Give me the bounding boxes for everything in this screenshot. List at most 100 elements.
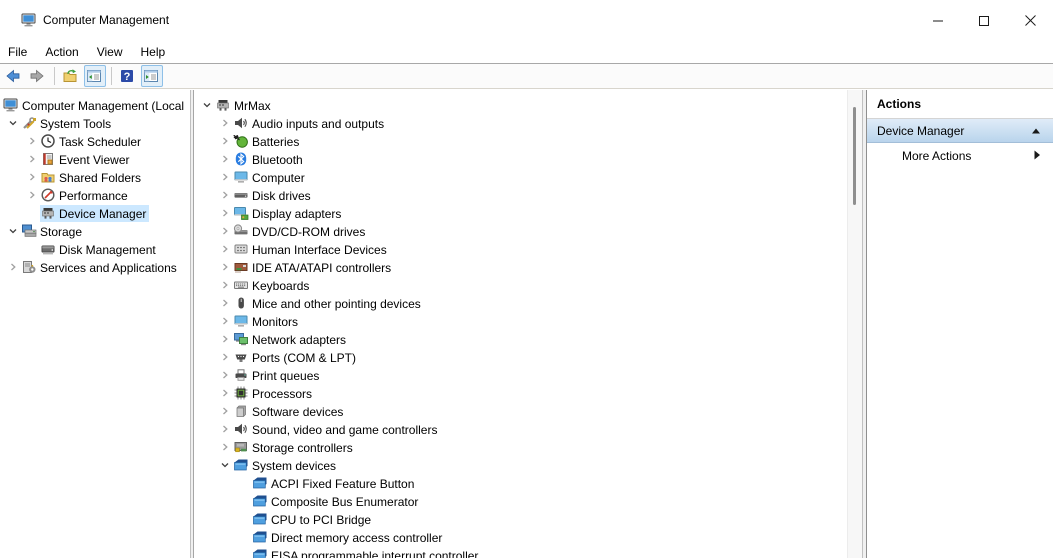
chevron-expanded-icon[interactable]	[4, 114, 21, 132]
device-tree-item[interactable]: ACPI Fixed Feature Button	[194, 474, 862, 492]
tree-item-content: System devices	[233, 457, 339, 474]
chevron-collapsed-icon[interactable]	[216, 348, 233, 366]
chevron-collapsed-icon[interactable]	[216, 114, 233, 132]
actions-section-device-manager[interactable]: Device Manager	[867, 119, 1053, 143]
device-tree-item[interactable]: CPU to PCI Bridge	[194, 510, 862, 528]
console-tree-item[interactable]: Shared Folders	[0, 168, 190, 186]
device-tree-item[interactable]: Disk drives	[194, 186, 862, 204]
chevron-collapsed-icon[interactable]	[23, 186, 40, 204]
chevron-collapsed-icon[interactable]	[216, 186, 233, 204]
menu-help[interactable]: Help	[132, 41, 175, 63]
console-tree-item[interactable]: Services and Applications	[0, 258, 190, 276]
console-tree-item[interactable]: Computer Management (Local	[0, 96, 190, 114]
device-tree-item[interactable]: Processors	[194, 384, 862, 402]
task-scheduler-icon	[40, 133, 56, 149]
chevron-collapsed-icon[interactable]	[216, 132, 233, 150]
console-tree-item[interactable]: Event Viewer	[0, 150, 190, 168]
more-actions-item[interactable]: More Actions	[867, 143, 1053, 167]
tree-item-content: Computer Management (Local	[3, 97, 187, 114]
menu-file[interactable]: File	[0, 41, 36, 63]
device-tree-item[interactable]: DVD/CD-ROM drives	[194, 222, 862, 240]
chevron-collapsed-icon[interactable]	[216, 384, 233, 402]
show-hide-action-pane-button[interactable]	[141, 65, 163, 87]
device-tree-item[interactable]: Mice and other pointing devices	[194, 294, 862, 312]
device-tree-item[interactable]: Keyboards	[194, 276, 862, 294]
show-hide-console-tree-button[interactable]	[84, 65, 106, 87]
device-tree-item[interactable]: Direct memory access controller	[194, 528, 862, 546]
device-tree-item[interactable]: Ports (COM & LPT)	[194, 348, 862, 366]
chevron-collapsed-icon[interactable]	[216, 294, 233, 312]
actions-pane-title: Actions	[867, 90, 1053, 119]
chevron-collapsed-icon[interactable]	[216, 276, 233, 294]
device-tree-item[interactable]: Bluetooth	[194, 150, 862, 168]
chevron-collapsed-icon[interactable]	[216, 240, 233, 258]
chevron-collapsed-icon[interactable]	[216, 168, 233, 186]
chevron-collapsed-icon[interactable]	[23, 168, 40, 186]
chevron-expanded-icon[interactable]	[198, 96, 215, 114]
device-tree-item[interactable]: Storage controllers	[194, 438, 862, 456]
device-tree-item[interactable]: Computer	[194, 168, 862, 186]
minimize-button[interactable]	[915, 0, 961, 41]
actions-pane: Actions Device Manager More Actions	[866, 90, 1053, 558]
menu-view[interactable]: View	[88, 41, 132, 63]
tree-item-label: IDE ATA/ATAPI controllers	[252, 260, 392, 275]
chevron-collapsed-icon[interactable]	[216, 204, 233, 222]
console-tree-item[interactable]: Task Scheduler	[0, 132, 190, 150]
chevron-collapsed-icon[interactable]	[216, 366, 233, 384]
tree-item-content: Services and Applications	[21, 259, 180, 276]
chevron-collapsed-icon[interactable]	[216, 150, 233, 168]
chevron-collapsed-icon[interactable]	[216, 402, 233, 420]
window-title: Computer Management	[43, 13, 170, 27]
console-tree-item[interactable]: Device Manager	[0, 204, 190, 222]
tree-item-content: Direct memory access controller	[252, 529, 445, 546]
console-tree-item[interactable]: Disk Management	[0, 240, 190, 258]
device-tree-item[interactable]: Batteries	[194, 132, 862, 150]
chevron-collapsed-icon[interactable]	[216, 258, 233, 276]
computer-management-icon	[3, 97, 19, 113]
chevron-collapsed-icon[interactable]	[216, 420, 233, 438]
device-tree-item[interactable]: MrMax	[194, 96, 862, 114]
device-tree-item[interactable]: Print queues	[194, 366, 862, 384]
chevron-collapsed-icon[interactable]	[216, 438, 233, 456]
console-tree-item[interactable]: System Tools	[0, 114, 190, 132]
chevron-collapsed-icon[interactable]	[216, 312, 233, 330]
chevron-collapsed-icon[interactable]	[216, 330, 233, 348]
device-tree-item[interactable]: Display adapters	[194, 204, 862, 222]
tree-item-label: EISA programmable interrupt controller	[271, 548, 479, 558]
chevron-expanded-icon[interactable]	[216, 456, 233, 474]
device-tree-item[interactable]: System devices	[194, 456, 862, 474]
chevron-expanded-icon[interactable]	[4, 222, 21, 240]
console-tree-item[interactable]: Storage	[0, 222, 190, 240]
chevron-collapsed-icon[interactable]	[4, 258, 21, 276]
device-tree-item[interactable]: EISA programmable interrupt controller	[194, 546, 862, 558]
device-tree-item[interactable]: Network adapters	[194, 330, 862, 348]
forward-button[interactable]	[27, 65, 49, 87]
vertical-scrollbar[interactable]	[847, 90, 862, 558]
tree-item-content: Audio inputs and outputs	[233, 115, 387, 132]
device-tree-item[interactable]: Composite Bus Enumerator	[194, 492, 862, 510]
tree-item-content: Keyboards	[233, 277, 312, 294]
forward-arrow-icon	[29, 68, 45, 84]
chevron-collapsed-icon[interactable]	[23, 132, 40, 150]
tree-item-label: Event Viewer	[59, 152, 130, 167]
tree-item-content: Processors	[233, 385, 315, 402]
up-one-level-button[interactable]	[60, 65, 82, 87]
menu-action[interactable]: Action	[36, 41, 87, 63]
device-tree-item[interactable]: Audio inputs and outputs	[194, 114, 862, 132]
maximize-button[interactable]	[961, 0, 1007, 41]
scrollbar-thumb[interactable]	[853, 107, 856, 205]
device-tree-item[interactable]: Software devices	[194, 402, 862, 420]
collapse-section-icon[interactable]	[1031, 127, 1041, 135]
back-button[interactable]	[3, 65, 25, 87]
device-tree-item[interactable]: Sound, video and game controllers	[194, 420, 862, 438]
device-tree-item[interactable]: IDE ATA/ATAPI controllers	[194, 258, 862, 276]
console-tree-item[interactable]: Performance	[0, 186, 190, 204]
help-button[interactable]: ?	[117, 65, 139, 87]
tree-item-label: Network adapters	[252, 332, 347, 347]
chevron-collapsed-icon[interactable]	[23, 150, 40, 168]
chevron-collapsed-icon[interactable]	[216, 222, 233, 240]
device-tree-item[interactable]: Human Interface Devices	[194, 240, 862, 258]
close-button[interactable]	[1007, 0, 1053, 41]
device-tree-item[interactable]: Monitors	[194, 312, 862, 330]
